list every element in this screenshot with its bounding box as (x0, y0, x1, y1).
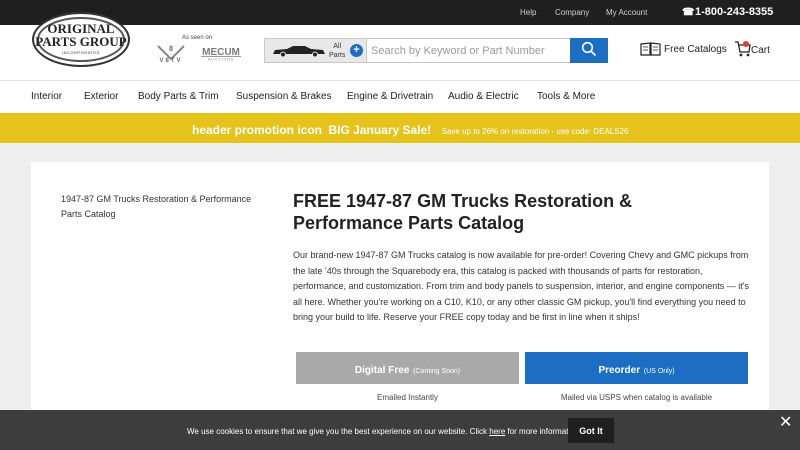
digital-free-sublabel: (Coming Soon) (413, 367, 461, 375)
nav-item-interior[interactable]: Interior (31, 91, 62, 102)
my-account-link[interactable]: My Account (606, 8, 647, 17)
search-icon (581, 41, 597, 57)
add-vehicle-icon[interactable]: + (350, 44, 363, 57)
logo-line-2: PARTS GROUP (35, 34, 127, 49)
search-button[interactable] (570, 38, 608, 63)
close-icon[interactable]: ✕ (779, 412, 792, 432)
promo-headline: BIG January Sale! (328, 123, 432, 137)
logo-line-3: INCORPORATED (62, 50, 100, 55)
digital-note: Emailed Instantly (377, 393, 438, 402)
catalog-book-icon (640, 42, 661, 56)
phone-number-link[interactable]: ☎1-800-243-8355 (682, 6, 773, 18)
search-bar: All Parts + (264, 38, 608, 63)
cart-icon (735, 41, 751, 57)
digital-free-button[interactable]: Digital Free (Coming Soon) (296, 352, 519, 384)
free-catalogs-label: Free Catalogs (664, 44, 727, 55)
search-input[interactable] (371, 42, 569, 59)
nav-item-audio-electric[interactable]: Audio & Electric (448, 91, 519, 102)
preorder-button[interactable]: Preorder (US Only) (525, 352, 748, 384)
svg-text:8: 8 (169, 44, 173, 53)
phone-icon: ☎ (682, 7, 695, 18)
svg-text:V8TV: V8TV (159, 58, 182, 63)
promo-subtext: Save up to 26% on restoration - use code… (441, 127, 629, 136)
promo-banner[interactable]: header promotion icon BIG January Sale! … (0, 113, 800, 143)
cookie-message: We use cookies to ensure that we give yo… (187, 427, 581, 436)
nav-item-engine-drivetrain[interactable]: Engine & Drivetrain (347, 91, 433, 102)
company-link[interactable]: Company (555, 8, 589, 17)
v8tv-logo-icon: 8 V8TV (157, 44, 185, 63)
preorder-sublabel: (US Only) (643, 367, 675, 375)
main-nav: Interior Exterior Body Parts & Trim Susp… (0, 81, 800, 113)
vehicle-label-parts: Parts (329, 52, 346, 59)
site-logo[interactable]: ORIGINAL PARTS GROUP INCORPORATED (32, 12, 130, 67)
cookie-info-link[interactable]: here (489, 427, 505, 436)
catalog-description: Our brand-new 1947-87 GM Trucks catalog … (293, 250, 749, 322)
preorder-label: Preorder (598, 364, 641, 376)
breadcrumb: 1947-87 GM Trucks Restoration & Performa… (61, 194, 252, 219)
nav-item-exterior[interactable]: Exterior (84, 91, 118, 102)
vehicle-label-all: All (333, 43, 342, 50)
nav-item-body-parts-trim[interactable]: Body Parts & Trim (138, 91, 219, 102)
promo-content: header promotion icon BIG January Sale! … (192, 121, 628, 139)
nav-item-suspension-brakes[interactable]: Suspension & Brakes (236, 91, 332, 102)
catalog-panel: 1947-87 GM Trucks Restoration & Performa… (31, 162, 769, 422)
cookie-text-before: We use cookies to ensure that we give yo… (187, 427, 490, 436)
mecum-logo-icon: MECUM AUCTIONS (201, 47, 241, 62)
promo-icon-alt-text: header promotion icon (192, 123, 323, 137)
svg-text:AUCTIONS: AUCTIONS (208, 58, 234, 62)
vehicle-selector-label: All Parts (329, 42, 345, 60)
phone-number: 1-800-243-8355 (695, 6, 774, 18)
cart-link[interactable]: Cart (734, 40, 770, 63)
page-title: FREE 1947-87 GM Trucks Restoration & Per… (293, 191, 633, 233)
digital-free-label: Digital Free (354, 364, 410, 376)
preorder-note: Mailed via USPS when catalog is availabl… (560, 393, 713, 402)
car-icon (273, 46, 325, 57)
cart-label: Cart (751, 45, 770, 56)
as-seen-on-label: As seen on (182, 35, 213, 41)
cookie-banner: We use cookies to ensure that we give yo… (0, 410, 800, 450)
cookie-accept-button[interactable]: Got It (568, 418, 614, 443)
nav-item-tools-more[interactable]: Tools & More (537, 91, 595, 102)
vehicle-selector[interactable]: All Parts + (265, 39, 367, 62)
help-link[interactable]: Help (520, 8, 536, 17)
